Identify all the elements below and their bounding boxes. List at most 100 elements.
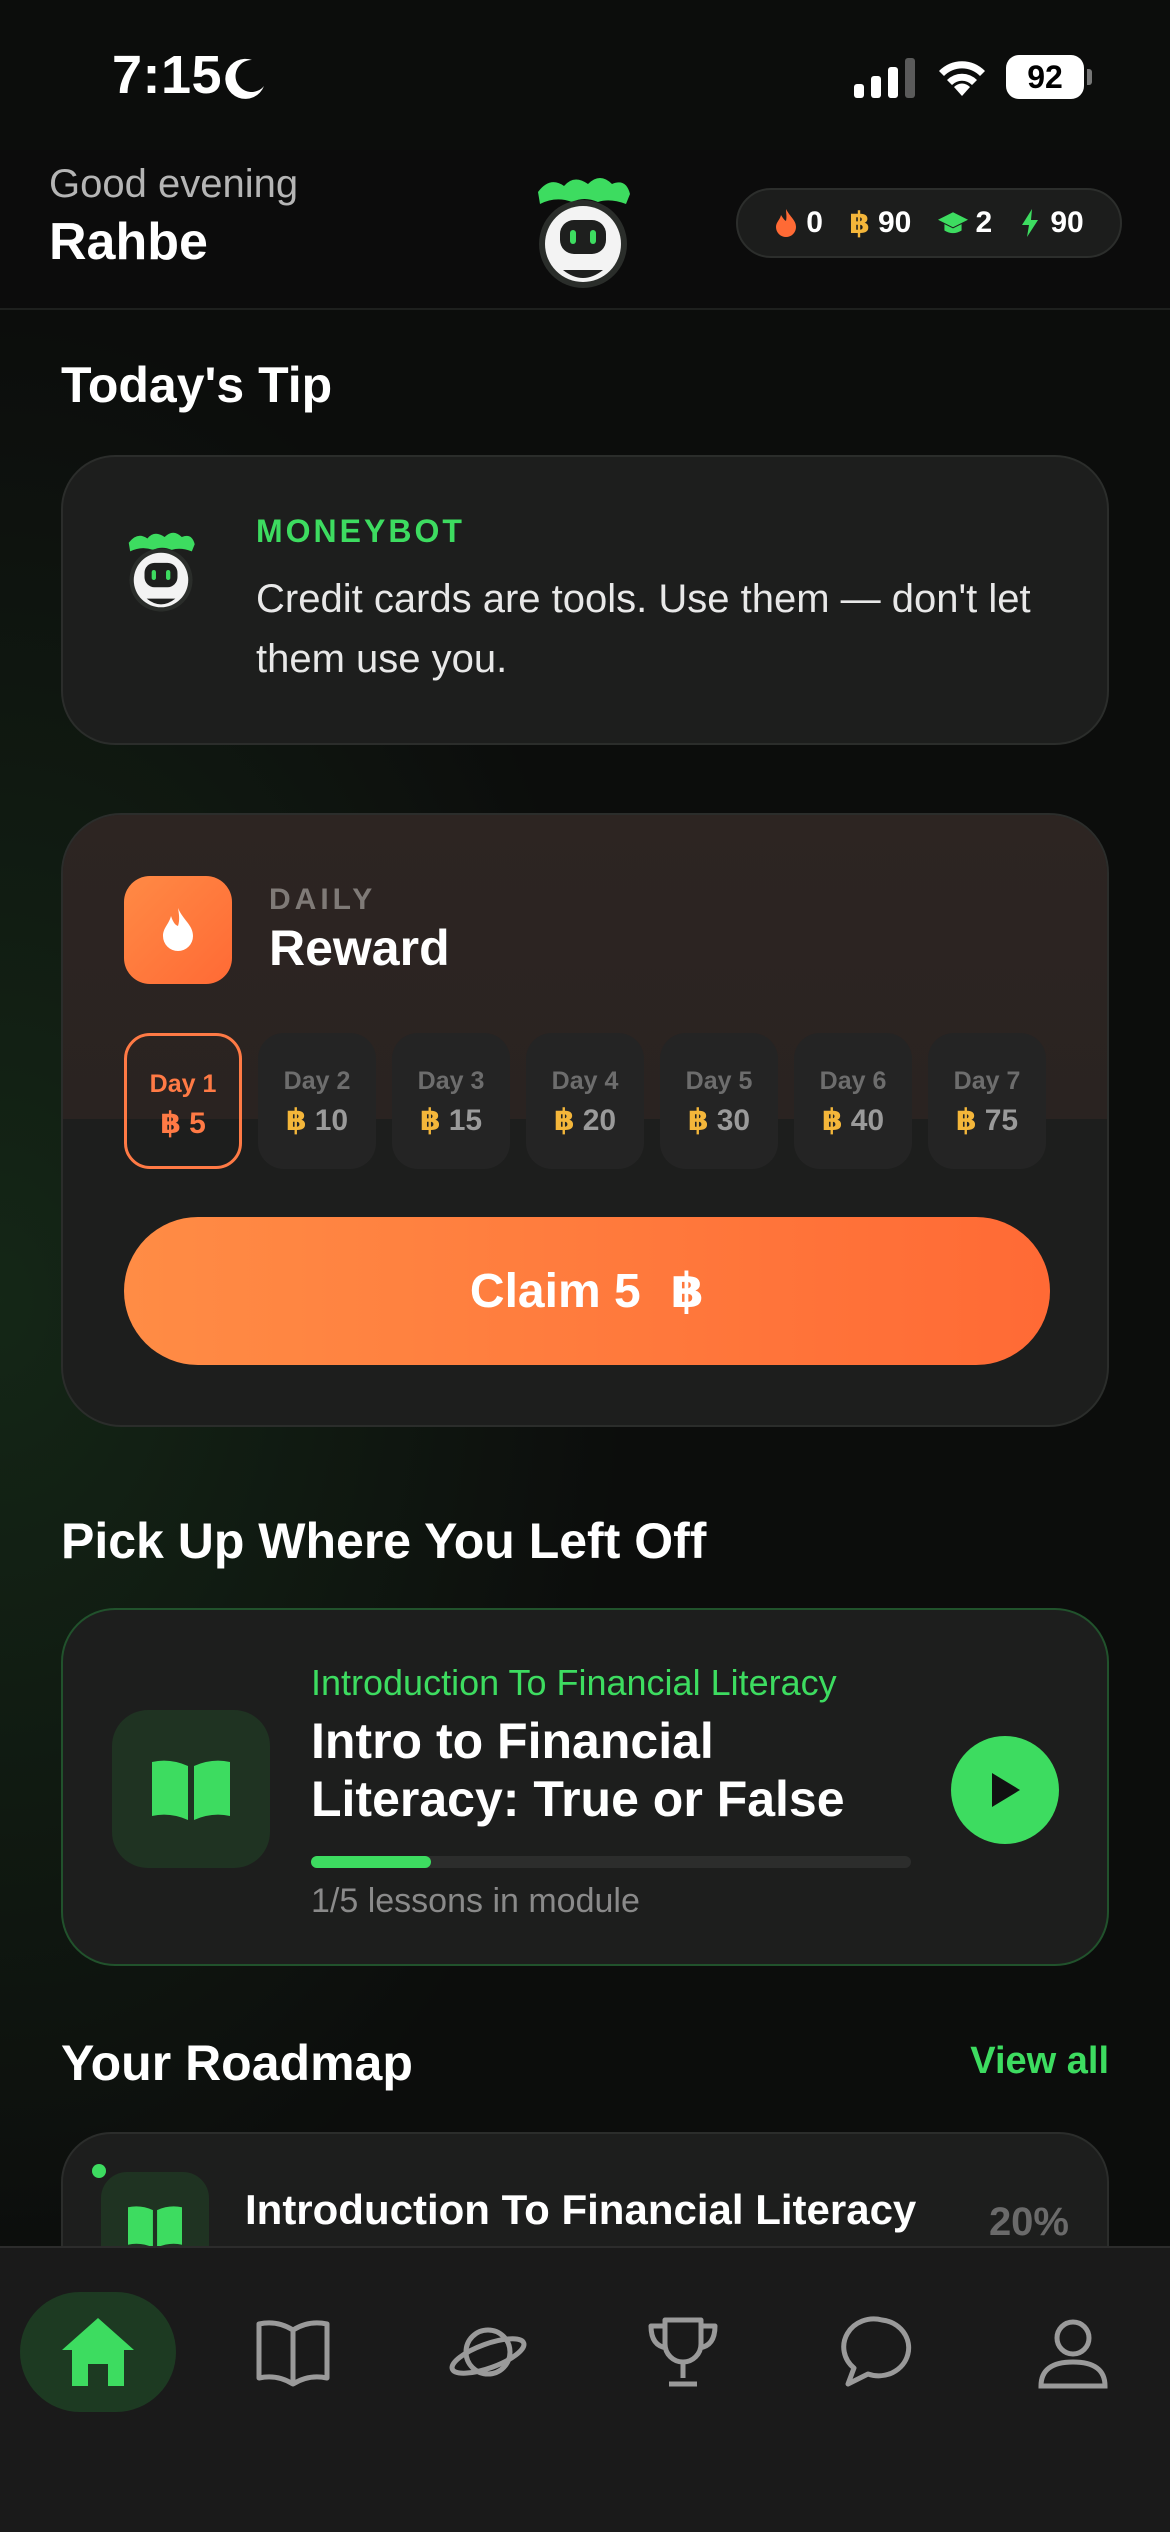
day-amount-value: 75	[984, 1103, 1019, 1137]
play-icon	[992, 1773, 1020, 1807]
coin-icon: ฿	[955, 1104, 977, 1137]
energy-stat: 90	[1018, 206, 1084, 240]
open-book-icon	[152, 1760, 230, 1820]
coin-icon: ฿	[670, 1265, 705, 1318]
day-label: Day 6	[819, 1067, 887, 1095]
bottom-tab-bar	[0, 2246, 1170, 2532]
battery-icon: 92	[1006, 55, 1092, 99]
coins-count: 90	[877, 206, 912, 239]
continue-lesson-card[interactable]: Introduction To Financial Literacy Intro…	[61, 1608, 1109, 1966]
tab-explore[interactable]	[410, 2292, 566, 2412]
trophy-icon	[648, 2317, 718, 2387]
open-book-icon	[128, 2206, 182, 2248]
coin-icon: ฿	[821, 1104, 843, 1137]
tab-leaderboard[interactable]	[605, 2292, 761, 2412]
username: Rahbe	[49, 213, 208, 271]
roadmap-section-title: Your Roadmap	[61, 2035, 413, 2091]
app-header: Good evening Rahbe 0 ฿ 90 2 90	[0, 150, 1170, 310]
stats-pill[interactable]: 0 ฿ 90 2 90	[736, 188, 1122, 258]
home-screen: 7:15 92 Good evening Rahbe 0 ฿ 90 2 90 T…	[0, 0, 1170, 2532]
day-label: Day 3	[417, 1067, 485, 1095]
battery-level: 92	[1006, 55, 1084, 99]
roadmap-item-title: Introduction To Financial Literacy	[245, 2186, 917, 2233]
reward-day-1[interactable]: Day 1 ฿ 5	[124, 1033, 242, 1169]
profile-icon	[1038, 2319, 1108, 2389]
day-amount: ฿ 10	[258, 1103, 376, 1138]
flame-icon	[163, 908, 193, 951]
level-count: 2	[975, 206, 993, 239]
day-amount-value: 10	[314, 1103, 349, 1137]
reward-title: Reward	[269, 920, 450, 976]
day-label: Day 1	[149, 1070, 217, 1098]
tab-learn[interactable]	[215, 2292, 371, 2412]
day-amount-value: 40	[850, 1103, 885, 1137]
roadmap-item-percent: 20%	[988, 2200, 1069, 2244]
lesson-progress-fill	[311, 1856, 431, 1868]
status-bar: 7:15 92	[0, 0, 1170, 150]
play-button[interactable]	[951, 1736, 1059, 1844]
day-amount-value: 20	[582, 1103, 617, 1137]
lesson-module: Introduction To Financial Literacy	[311, 1662, 837, 1703]
day-amount: ฿ 40	[794, 1103, 912, 1138]
daily-reward-card: DAILY Reward Day 1 ฿ 5 Day 2 ฿ 10 Day 3 ฿ 1…	[61, 813, 1109, 1427]
planet-icon	[449, 2327, 527, 2377]
greeting: Good evening	[49, 162, 299, 206]
lesson-title: Intro to Financial Literacy: True or Fal…	[311, 1713, 845, 1827]
day-amount: ฿ 15	[392, 1103, 510, 1138]
day-amount-value: 15	[448, 1103, 483, 1137]
home-icon	[62, 2318, 134, 2386]
streak-count: 0	[806, 206, 823, 239]
lesson-progress-bar	[311, 1856, 911, 1868]
moon-icon	[225, 58, 264, 99]
tip-source: MONEYBOT	[256, 513, 465, 549]
reward-day-6[interactable]: Day 6 ฿ 40	[794, 1033, 912, 1169]
signal-icon	[854, 58, 915, 98]
reward-day-7[interactable]: Day 7 ฿ 75	[928, 1033, 1046, 1169]
wifi-icon	[939, 61, 985, 96]
continue-section-title: Pick Up Where You Left Off	[61, 1513, 707, 1569]
day-amount-value: 5	[189, 1106, 206, 1140]
lightning-icon	[1022, 209, 1039, 237]
tab-profile[interactable]	[995, 2292, 1151, 2412]
chat-icon	[841, 2316, 912, 2387]
tip-text: Credit cards are tools. Use them — don't…	[256, 577, 1031, 681]
book-icon	[256, 2320, 330, 2387]
day-label: Day 4	[551, 1067, 619, 1095]
claim-button-label: Claim 5	[469, 1264, 641, 1318]
coin-icon: ฿	[553, 1104, 575, 1137]
view-all-link[interactable]: View all	[970, 2040, 1109, 2083]
claim-reward-button[interactable]: Claim 5 ฿	[124, 1217, 1050, 1365]
reward-day-5[interactable]: Day 5 ฿ 30	[660, 1033, 778, 1169]
reward-day-4[interactable]: Day 4 ฿ 20	[526, 1033, 644, 1169]
day-label: Day 7	[953, 1067, 1021, 1095]
day-amount: ฿ 30	[660, 1103, 778, 1138]
flame-icon	[776, 209, 797, 237]
coin-icon: ฿	[687, 1104, 709, 1137]
tab-home[interactable]	[20, 2292, 176, 2412]
reward-days-row: Day 1 ฿ 5 Day 2 ฿ 10 Day 3 ฿ 15 Day 4 ฿ 20 D…	[124, 1033, 1052, 1169]
day-label: Day 5	[685, 1067, 753, 1095]
coin-icon: ฿	[849, 206, 870, 240]
day-amount-value: 30	[716, 1103, 751, 1137]
reward-day-3[interactable]: Day 3 ฿ 15	[392, 1033, 510, 1169]
coin-icon: ฿	[419, 1104, 441, 1137]
tab-chat[interactable]	[800, 2292, 956, 2412]
reward-kicker: DAILY	[269, 883, 377, 916]
streak-stat: 0	[774, 206, 823, 240]
day-label: Day 2	[283, 1067, 351, 1095]
moneybot-avatar-icon	[128, 532, 195, 612]
status-time: 7:15	[112, 45, 223, 105]
reward-day-2[interactable]: Day 2 ฿ 10	[258, 1033, 376, 1169]
moneybot-logo-icon[interactable]	[530, 170, 636, 290]
lesson-icon-box	[112, 1710, 270, 1868]
day-amount: ฿ 5	[127, 1106, 239, 1141]
battery-tip	[1087, 69, 1092, 85]
coin-icon: ฿	[285, 1104, 307, 1137]
coin-icon: ฿	[160, 1107, 182, 1140]
tip-section-title: Today's Tip	[61, 357, 333, 413]
graduation-cap-icon	[937, 212, 968, 234]
tip-card: MONEYBOT Credit cards are tools. Use the…	[61, 455, 1109, 745]
coins-stat: ฿ 90	[849, 206, 911, 241]
active-tab-indicator	[92, 2164, 106, 2178]
reward-icon-box	[124, 876, 232, 984]
